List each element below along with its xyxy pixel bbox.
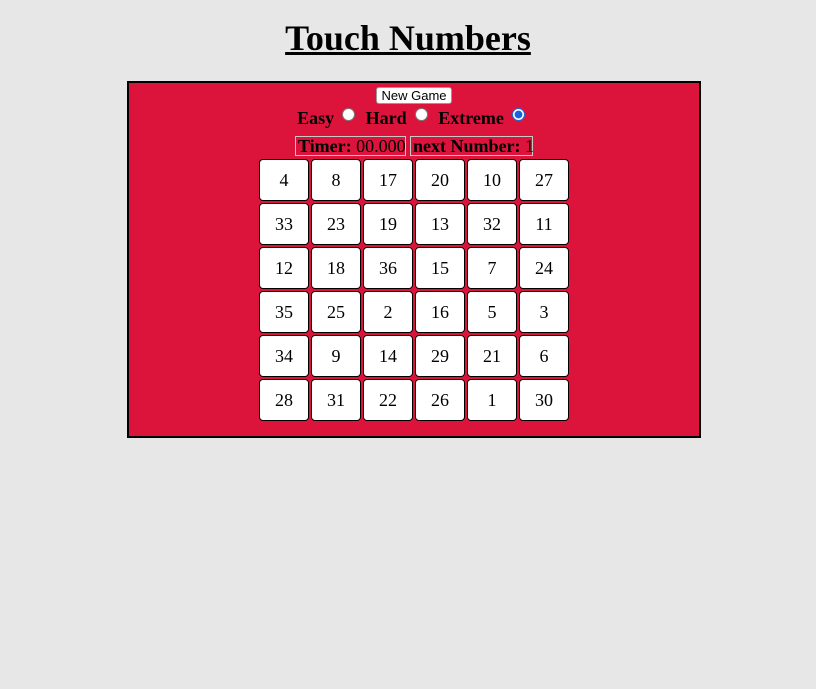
number-tile[interactable]: 32 (467, 203, 517, 245)
next-number-label: next Number: (413, 136, 521, 156)
number-tile[interactable]: 36 (363, 247, 413, 289)
number-tile[interactable]: 16 (415, 291, 465, 333)
number-tile[interactable]: 28 (259, 379, 309, 421)
number-tile[interactable]: 33 (259, 203, 309, 245)
number-tile[interactable]: 2 (363, 291, 413, 333)
difficulty-extreme-radio[interactable] (511, 108, 525, 122)
page-title: Touch Numbers (285, 18, 531, 58)
number-tile[interactable]: 23 (311, 203, 361, 245)
game-board: New Game Easy Hard Extreme Timer: 00.000… (127, 81, 701, 438)
number-tile[interactable]: 8 (311, 159, 361, 201)
next-number-value: 1 (524, 136, 534, 156)
number-tile[interactable]: 18 (311, 247, 361, 289)
difficulty-hard-label: Hard (365, 107, 407, 128)
number-tile[interactable]: 3 (519, 291, 569, 333)
difficulty-easy-radio[interactable] (342, 108, 356, 122)
number-tile[interactable]: 31 (311, 379, 361, 421)
timer-display: Timer: 00.000 (295, 136, 406, 156)
number-tile[interactable]: 4 (259, 159, 309, 201)
number-tile[interactable]: 9 (311, 335, 361, 377)
difficulty-selector: Easy Hard Extreme (129, 105, 699, 129)
number-tile[interactable]: 15 (415, 247, 465, 289)
number-tile[interactable]: 19 (363, 203, 413, 245)
number-tile[interactable]: 11 (519, 203, 569, 245)
number-tile[interactable]: 1 (467, 379, 517, 421)
number-tile[interactable]: 17 (363, 159, 413, 201)
next-number-display: next Number: 1 (410, 136, 534, 156)
number-tile[interactable]: 27 (519, 159, 569, 201)
timer-value: 00.000 (356, 136, 406, 156)
number-tile[interactable]: 7 (467, 247, 517, 289)
number-tile[interactable]: 21 (467, 335, 517, 377)
number-tile[interactable]: 30 (519, 379, 569, 421)
number-tile[interactable]: 34 (259, 335, 309, 377)
number-tile[interactable]: 5 (467, 291, 517, 333)
number-tile[interactable]: 20 (415, 159, 465, 201)
difficulty-easy-label: Easy (297, 107, 335, 128)
number-tile[interactable]: 25 (311, 291, 361, 333)
number-tile[interactable]: 12 (259, 247, 309, 289)
number-tile[interactable]: 29 (415, 335, 465, 377)
number-tile[interactable]: 26 (415, 379, 465, 421)
number-tile[interactable]: 14 (363, 335, 413, 377)
difficulty-extreme-label: Extreme (438, 107, 504, 128)
number-tile[interactable]: 13 (415, 203, 465, 245)
new-game-button[interactable]: New Game (376, 87, 452, 104)
number-tile[interactable]: 10 (467, 159, 517, 201)
number-tile[interactable]: 24 (519, 247, 569, 289)
number-grid: 4 8 17 20 10 27 33 23 19 13 32 11 12 18 36 15 7 24 35 25 2 16… (259, 159, 569, 421)
number-tile[interactable]: 6 (519, 335, 569, 377)
number-tile[interactable]: 22 (363, 379, 413, 421)
number-tile[interactable]: 35 (259, 291, 309, 333)
difficulty-hard-radio[interactable] (414, 108, 428, 122)
timer-label: Timer: (298, 136, 352, 156)
